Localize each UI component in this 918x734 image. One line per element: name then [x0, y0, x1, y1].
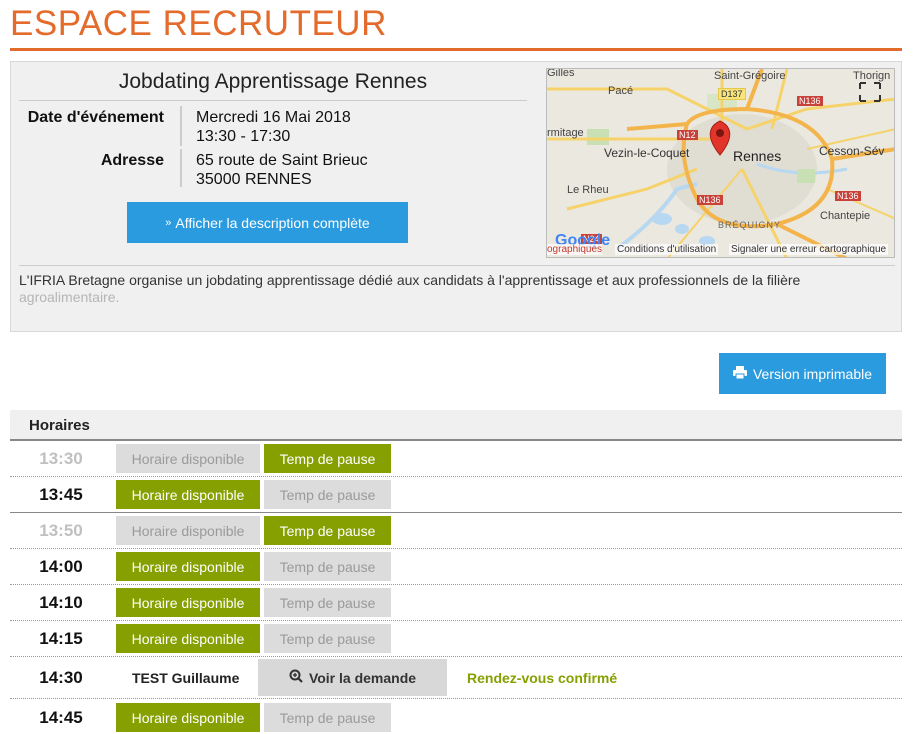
page-title: ESPACE RECRUTEUR — [10, 4, 387, 43]
map-label-d137: D137 — [718, 88, 746, 100]
event-panel: Jobdating Apprentissage Rennes Date d'év… — [10, 61, 902, 332]
map-label-pace: Pacé — [608, 85, 634, 97]
schedule-header: Horaires — [10, 410, 902, 441]
available-slot-button[interactable]: Horaire disponible — [116, 588, 260, 617]
schedule-row: 14:15 Horaire disponible Temp de pause — [10, 621, 902, 657]
map-label-le-rheu: Le Rheu — [567, 184, 609, 196]
map-label-vezin: Vezin-le-Coquet — [604, 146, 690, 160]
event-description-text: L'IFRIA Bretagne organise un jobdating a… — [19, 272, 801, 288]
view-request-button[interactable]: Voir la demande — [258, 659, 447, 696]
slot-time: 14:30 — [39, 668, 83, 687]
slot-time: 13:30 — [39, 449, 83, 468]
map-label-brequigny: BRÉQUIGNY — [718, 220, 782, 230]
schedule-row: 13:30 Horaire disponible Temp de pause — [10, 441, 902, 477]
pause-button[interactable]: Temp de pause — [264, 444, 391, 473]
map-label-n136-top: N136 — [797, 96, 823, 106]
slot-time: 14:10 — [39, 593, 83, 612]
map-label-chantepie: Chantepie — [820, 210, 871, 222]
event-date: Mercredi 16 Mai 2018 — [196, 109, 351, 126]
show-description-button[interactable]: » Afficher la description complète — [127, 202, 408, 243]
pause-button[interactable]: Temp de pause — [264, 480, 391, 509]
map-label-n136-mid: N136 — [697, 195, 723, 205]
available-slot-button[interactable]: Horaire disponible — [116, 480, 260, 509]
address-line2: 35000 RENNES — [196, 171, 312, 188]
printer-icon — [732, 365, 747, 382]
pause-button[interactable]: Temp de pause — [264, 588, 391, 617]
pause-button[interactable]: Temp de pause — [264, 703, 391, 732]
zoom-in-icon — [289, 669, 303, 686]
slot-time: 14:45 — [39, 708, 83, 727]
map-label-thorigne: Thorign — [853, 70, 891, 82]
candidate-name: TEST Guillaume — [132, 670, 240, 686]
event-title: Jobdating Apprentissage Rennes — [118, 70, 428, 93]
event-time-range: 13:30 - 17:30 — [196, 128, 291, 145]
event-description: L'IFRIA Bretagne organise un jobdating a… — [19, 272, 879, 306]
chevron-double-down-icon: » — [165, 216, 172, 229]
address-label: Adresse — [100, 152, 164, 169]
schedule-row: 13:45 Horaire disponible Temp de pause — [10, 477, 902, 513]
location-map[interactable]: Gilles Saint-Grégoire Thorign Pacé D137 … — [546, 68, 895, 258]
schedule-row: 14:10 Horaire disponible Temp de pause — [10, 585, 902, 621]
map-label-ermitage: rmitage — [547, 127, 584, 139]
schedule-table: Horaires 13:30 Horaire disponible Temp d… — [10, 410, 902, 734]
schedule-row: 14:45 Horaire disponible Temp de pause — [10, 699, 902, 734]
map-terms-link[interactable]: Conditions d'utilisation — [615, 244, 719, 255]
print-version-button[interactable]: Version imprimable — [719, 353, 886, 394]
date-divider — [180, 106, 182, 146]
slot-time: 14:15 — [39, 629, 83, 648]
title-divider — [10, 48, 902, 51]
map-label-saint-gregoire: Saint-Grégoire — [714, 70, 786, 82]
map-report-link[interactable]: Signaler une erreur cartographique — [729, 244, 889, 255]
address-divider — [180, 149, 182, 187]
view-request-label: Voir la demande — [308, 669, 417, 686]
appointment-status: Rendez-vous confirmé — [467, 670, 618, 686]
map-label-gilles: Gilles — [547, 68, 575, 79]
slot-time: 14:00 — [39, 557, 83, 576]
address-line1: 65 route de Saint Brieuc — [196, 152, 368, 169]
available-slot-button[interactable]: Horaire disponible — [116, 444, 260, 473]
map-label-rennes: Rennes — [733, 148, 782, 164]
show-description-label: Afficher la description complète — [175, 214, 370, 231]
date-label: Date d'événement — [27, 109, 164, 126]
available-slot-button[interactable]: Horaire disponible — [116, 703, 260, 732]
map-label-cesson: Cesson-Sév — [819, 144, 885, 158]
map-label-n136-right: N136 — [835, 191, 861, 201]
schedule-row-booked: 14:30 TEST Guillaume Voir la demande Ren… — [10, 657, 902, 699]
slot-time: 13:50 — [39, 521, 83, 540]
available-slot-button[interactable]: Horaire disponible — [116, 552, 260, 581]
print-version-label: Version imprimable — [752, 365, 873, 382]
pause-button[interactable]: Temp de pause — [264, 552, 391, 581]
available-slot-button[interactable]: Horaire disponible — [116, 624, 260, 653]
pause-button[interactable]: Temp de pause — [264, 516, 391, 545]
pause-button[interactable]: Temp de pause — [264, 624, 391, 653]
slot-time: 13:45 — [39, 485, 83, 504]
available-slot-button[interactable]: Horaire disponible — [116, 516, 260, 545]
schedule-row: 13:50 Horaire disponible Temp de pause — [10, 513, 902, 549]
event-description-fade: agroalimentaire. — [19, 289, 120, 305]
event-title-divider — [19, 100, 527, 101]
map-label-n12: N12 — [677, 130, 698, 140]
map-footer-geographiques: ographiques — [547, 244, 603, 255]
description-divider — [19, 265, 895, 266]
schedule-row: 14:00 Horaire disponible Temp de pause — [10, 549, 902, 585]
